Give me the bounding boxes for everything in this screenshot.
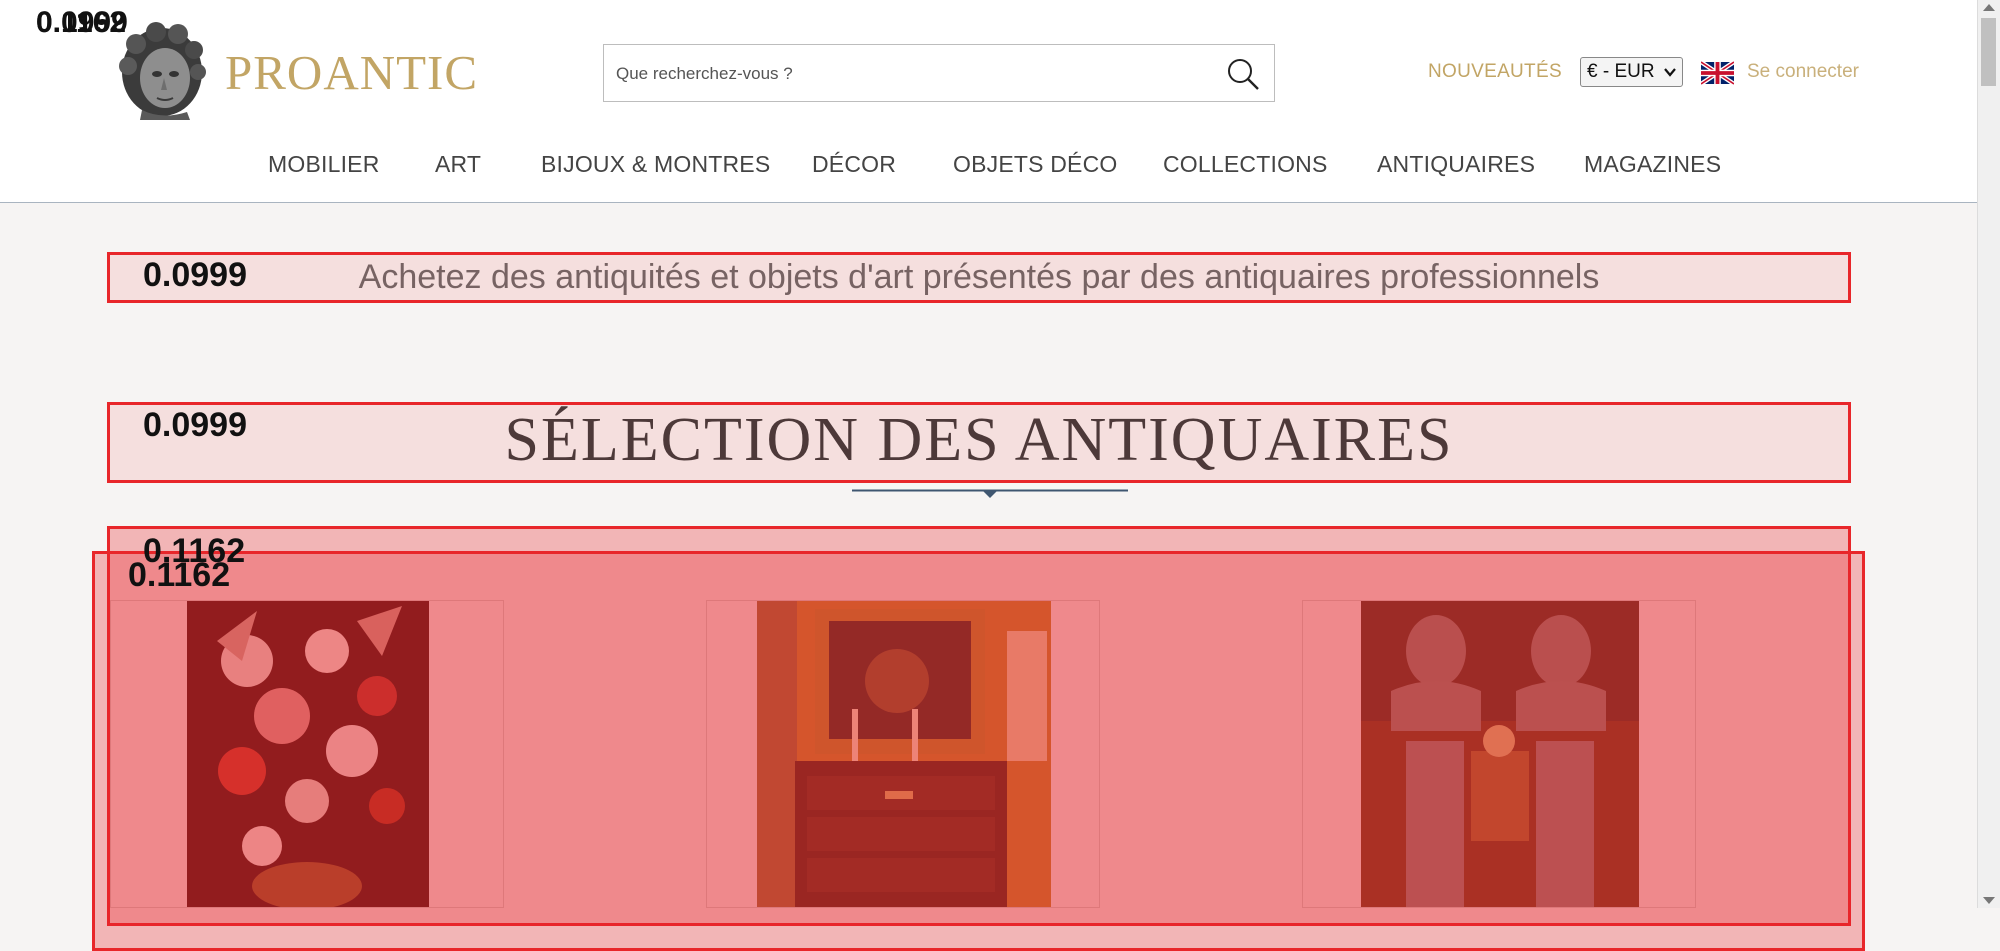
- nav-item-collections[interactable]: COLLECTIONS: [1163, 151, 1328, 178]
- tagline-score: 0.0999: [143, 256, 247, 294]
- corner-score: 0.0999: [36, 6, 128, 39]
- highlight-box-grid-outer: [92, 551, 1865, 951]
- scroll-thumb[interactable]: [1981, 18, 1996, 86]
- currency-select[interactable]: € - EUR: [1580, 57, 1683, 87]
- logo-text[interactable]: PROANTIC: [225, 44, 478, 101]
- uk-flag-icon[interactable]: [1701, 61, 1734, 85]
- nav-item-bijoux-montres[interactable]: BIJOUX & MONTRES: [541, 151, 770, 178]
- grid-score: 0.1162: [128, 556, 231, 594]
- currency-value: € - EUR: [1587, 61, 1655, 82]
- nav-item-antiquaires[interactable]: ANTIQUAIRES: [1377, 151, 1535, 178]
- main-nav: MOBILIER ART BIJOUX & MONTRES DÉCOR OBJE…: [0, 151, 1978, 181]
- nav-item-objets-deco[interactable]: OBJETS DÉCO: [953, 151, 1118, 178]
- scroll-down-arrow-icon[interactable]: [1983, 897, 1995, 904]
- chevron-down-icon: [1664, 68, 1676, 77]
- nav-item-decor[interactable]: DÉCOR: [812, 151, 896, 178]
- nav-item-magazines[interactable]: MAGAZINES: [1584, 151, 1721, 178]
- title-underline: [852, 489, 1128, 498]
- highlight-box-tagline: [107, 252, 1851, 303]
- search-bar[interactable]: [603, 44, 1275, 102]
- search-icon[interactable]: [1226, 57, 1260, 91]
- page-scrollbar[interactable]: [1977, 0, 2000, 908]
- nouveautes-link[interactable]: NOUVEAUTÉS: [1428, 61, 1562, 83]
- scroll-up-arrow-icon[interactable]: [1983, 4, 1995, 11]
- site-header: PROANTIC NOUVEAUTÉS € - EUR Se connecter…: [0, 0, 1978, 203]
- login-link[interactable]: Se connecter: [1747, 61, 1859, 83]
- nav-item-mobilier[interactable]: MOBILIER: [268, 151, 380, 178]
- search-input[interactable]: [614, 59, 1178, 89]
- title-score: 0.0999: [143, 406, 247, 444]
- nav-item-art[interactable]: ART: [435, 151, 481, 178]
- highlight-box-title: [107, 402, 1851, 483]
